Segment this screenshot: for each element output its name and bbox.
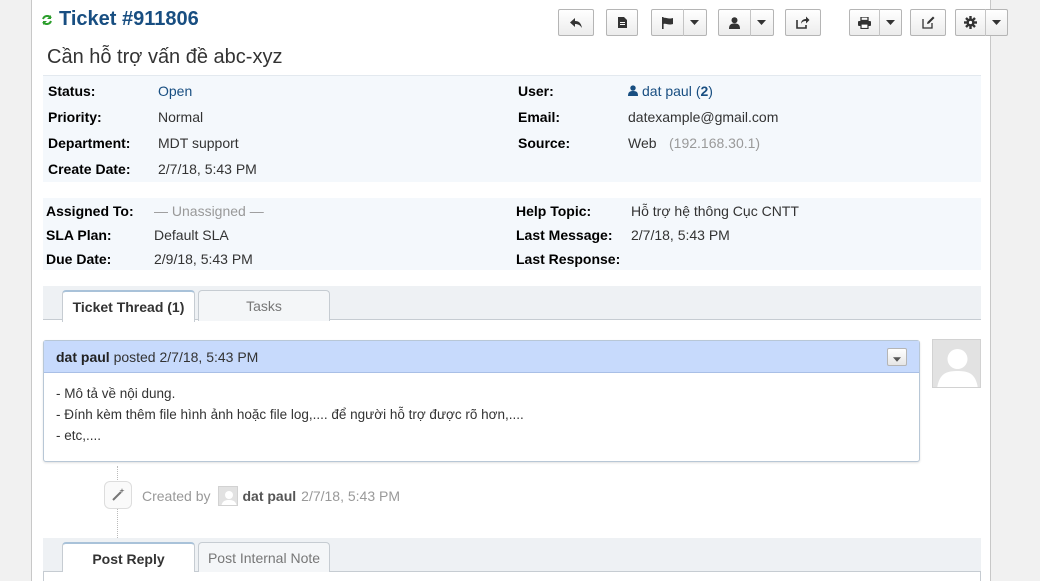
thread-posted-time: posted 2/7/18, 5:43 PM <box>113 349 259 365</box>
share-icon <box>796 16 810 29</box>
user-count-close: ) <box>708 83 713 99</box>
email-value: datexample@gmail.com <box>628 109 779 125</box>
assigned-to-label: Assigned To: <box>46 203 134 219</box>
event-author: dat paul <box>242 488 297 504</box>
last-message-label: Last Message: <box>516 227 613 243</box>
note-button[interactable] <box>606 9 638 36</box>
source-ip: (192.168.30.1) <box>669 135 761 151</box>
refresh-icon[interactable] <box>41 13 53 29</box>
chevron-down-icon <box>893 349 901 365</box>
last-response-label: Last Response: <box>516 251 621 267</box>
note-icon <box>617 16 628 29</box>
thread-event: Created by dat paul 2/7/18, 5:43 PM <box>142 486 400 506</box>
chevron-down-icon <box>751 10 773 35</box>
thread-body: - Mô tả về nội dung. - Đính kèm thêm fil… <box>44 373 919 456</box>
flag-dropdown[interactable] <box>651 9 707 36</box>
thread-line: - Đính kèm thêm file hình ảnh hoặc file … <box>56 407 524 422</box>
thread-line: - etc,.... <box>56 428 102 443</box>
priority-label: Priority: <box>48 109 102 125</box>
share-button[interactable] <box>785 9 821 36</box>
help-topic-label: Help Topic: <box>516 203 592 219</box>
avatar <box>932 339 981 388</box>
settings-dropdown[interactable] <box>955 9 1008 36</box>
reply-button[interactable] <box>558 9 594 36</box>
assigned-to-value: — Unassigned — <box>154 203 264 219</box>
reply-icon <box>569 17 583 29</box>
flag-icon <box>652 10 683 35</box>
ticket-info-panel: Status: Open Priority: Normal Department… <box>43 75 981 182</box>
chevron-down-icon <box>880 10 901 35</box>
tab-post-reply[interactable]: Post Reply <box>62 542 195 574</box>
create-date-label: Create Date: <box>48 161 131 177</box>
magic-wand-icon <box>104 481 132 509</box>
gear-icon <box>956 10 985 35</box>
event-created-by: Created by <box>142 488 211 504</box>
tab-post-internal-note[interactable]: Post Internal Note <box>198 542 330 573</box>
edit-button[interactable] <box>910 9 946 36</box>
thread-entry-header: dat paul posted 2/7/18, 5:43 PM <box>44 341 919 373</box>
user-name: dat paul <box>642 83 692 99</box>
chevron-down-icon <box>684 10 706 35</box>
user-dropdown[interactable] <box>718 9 774 36</box>
print-icon <box>850 10 879 35</box>
reply-form-area <box>43 572 981 581</box>
last-message-value: 2/7/18, 5:43 PM <box>631 227 730 243</box>
thread-author: dat paul <box>56 349 110 365</box>
status-value: Open <box>158 83 193 99</box>
sla-plan-value: Default SLA <box>154 227 229 243</box>
thread-tabs: Ticket Thread (1) Tasks <box>43 286 981 322</box>
sla-plan-label: SLA Plan: <box>46 227 112 243</box>
thread-options-button[interactable] <box>887 348 907 366</box>
thread-line: - Mô tả về nội dung. <box>56 386 176 401</box>
department-label: Department: <box>48 135 131 151</box>
chevron-down-icon <box>986 10 1007 35</box>
edit-icon <box>921 16 935 29</box>
status-label: Status: <box>48 83 96 99</box>
ticket-number-link[interactable]: Ticket #911806 <box>59 8 199 31</box>
source-value: Web <box>628 135 657 151</box>
event-time: 2/7/18, 5:43 PM <box>301 488 400 504</box>
tab-tasks[interactable]: Tasks <box>198 290 330 321</box>
print-dropdown[interactable] <box>849 9 902 36</box>
department-value: MDT support <box>158 135 239 151</box>
thread-entry: dat paul posted 2/7/18, 5:43 PM - Mô tả … <box>43 340 920 462</box>
user-label: User: <box>518 83 554 99</box>
source-label: Source: <box>518 135 571 151</box>
tab-ticket-thread[interactable]: Ticket Thread (1) <box>62 290 195 322</box>
priority-value: Normal <box>158 109 204 125</box>
assignment-panel: Assigned To: — Unassigned — SLA Plan: De… <box>43 198 981 270</box>
due-date-value: 2/9/18, 5:43 PM <box>154 251 253 267</box>
due-date-label: Due Date: <box>46 251 112 267</box>
help-topic-value: Hỗ trợ hệ thông Cục CNTT <box>631 203 799 219</box>
user-ticket-count: 2 <box>700 83 709 99</box>
email-label: Email: <box>518 109 561 125</box>
user-icon <box>628 83 638 99</box>
create-date-value: 2/7/18, 5:43 PM <box>158 161 257 177</box>
reply-tabs: Post Reply Post Internal Note <box>43 538 981 574</box>
avatar <box>218 486 239 506</box>
ticket-page: Ticket #911806 Cần hỗ trợ vấn đề abc-xyz… <box>31 0 1008 581</box>
ticket-subject: Cần hỗ trợ vấn đề abc-xyz <box>47 46 283 68</box>
user-icon <box>719 10 750 35</box>
user-link[interactable]: dat paul (2) <box>628 83 713 99</box>
